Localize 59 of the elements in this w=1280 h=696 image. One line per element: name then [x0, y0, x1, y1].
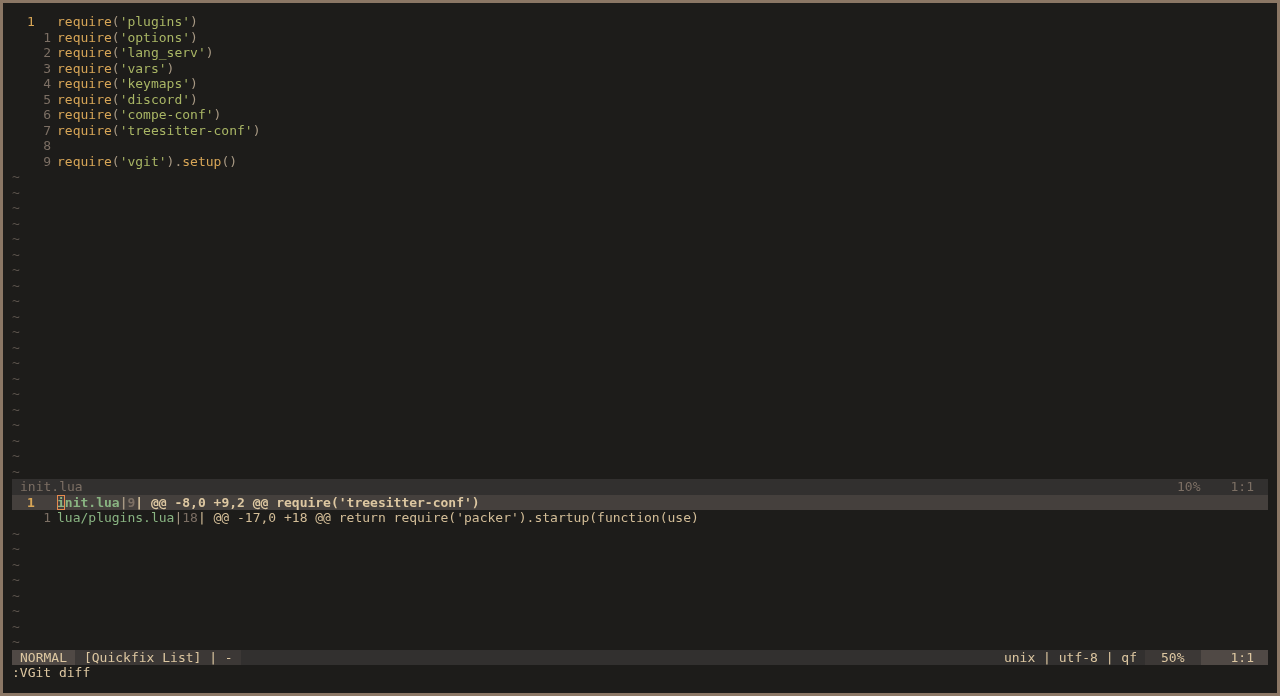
empty-line-marker: ~ — [12, 355, 20, 370]
code-line: require('plugins') — [57, 14, 198, 30]
line-number: 3 — [43, 60, 51, 76]
empty-line-marker: ~ — [12, 463, 20, 479]
line-number: 1 — [26, 494, 36, 510]
empty-line-marker: ~ — [12, 308, 20, 324]
code-line: require('vgit').setup() — [57, 153, 238, 169]
line-number: 1 — [43, 29, 51, 45]
empty-line-marker: ~ — [12, 572, 20, 587]
file-info: unix | utf-8 | qf — [1003, 649, 1139, 665]
empty-line-marker: ~ — [12, 215, 20, 231]
line-number: 5 — [43, 91, 51, 107]
code-line: require('keymaps') — [57, 76, 198, 92]
scroll-percent: 50% — [1145, 649, 1201, 665]
empty-line-marker: ~ — [12, 231, 20, 246]
empty-line-marker: ~ — [12, 432, 20, 448]
empty-line-marker: ~ — [12, 246, 20, 262]
line-number: 1 — [43, 510, 51, 526]
line-number: 2 — [43, 45, 51, 61]
empty-line-marker: ~ — [12, 370, 20, 386]
scroll-percent: 10% — [1177, 479, 1201, 495]
cursor-position: 1:1 — [1200, 649, 1268, 665]
line-number: 6 — [43, 107, 51, 123]
empty-line-marker: ~ — [12, 401, 20, 417]
buffer-name: [Quickfix List] | - — [74, 649, 241, 665]
cursor-position: 1:1 — [1230, 479, 1254, 495]
empty-line-marker: ~ — [12, 541, 20, 556]
empty-line-marker: ~ — [12, 556, 20, 572]
empty-line-marker: ~ — [12, 277, 20, 293]
empty-line-marker: ~ — [12, 634, 20, 649]
line-number: 1 — [26, 14, 36, 30]
empty-line-marker: ~ — [12, 448, 20, 463]
empty-line-marker: ~ — [12, 262, 20, 277]
code-line: require('treesitter-conf') — [57, 122, 261, 138]
empty-line-marker: ~ — [12, 339, 20, 355]
line-number: 8 — [43, 138, 51, 154]
code-line: require('vars') — [57, 60, 175, 76]
file-name: init.lua — [19, 479, 83, 495]
empty-line-marker: ~ — [12, 603, 20, 618]
empty-line-marker: ~ — [12, 324, 20, 339]
empty-line-marker: ~ — [12, 200, 20, 215]
empty-line-marker: ~ — [12, 386, 20, 401]
empty-line-marker: ~ — [12, 169, 20, 184]
empty-line-marker: ~ — [12, 618, 20, 634]
empty-line-marker: ~ — [12, 293, 20, 308]
line-number: 4 — [43, 76, 51, 92]
code-line: require('discord') — [57, 91, 198, 107]
quickfix-row[interactable]: 1 lua/plugins.lua|18| @@ -17,0 +18 @@ return require('packer').startup(function(use) — [12, 510, 1268, 526]
empty-line-marker: ~ — [12, 417, 20, 432]
line-number: 9 — [43, 153, 51, 169]
command-line[interactable]: :VGit diff — [12, 665, 91, 680]
code-line: require('lang_serv') — [57, 45, 214, 61]
empty-line-marker: ~ — [12, 587, 20, 603]
line-number: 7 — [43, 122, 51, 138]
empty-line-marker: ~ — [12, 525, 20, 541]
code-line: require('compe-conf') — [57, 107, 222, 123]
empty-line-marker: ~ — [12, 184, 20, 200]
code-line: require('options') — [57, 29, 198, 45]
mode-indicator: NORMAL — [12, 649, 75, 665]
